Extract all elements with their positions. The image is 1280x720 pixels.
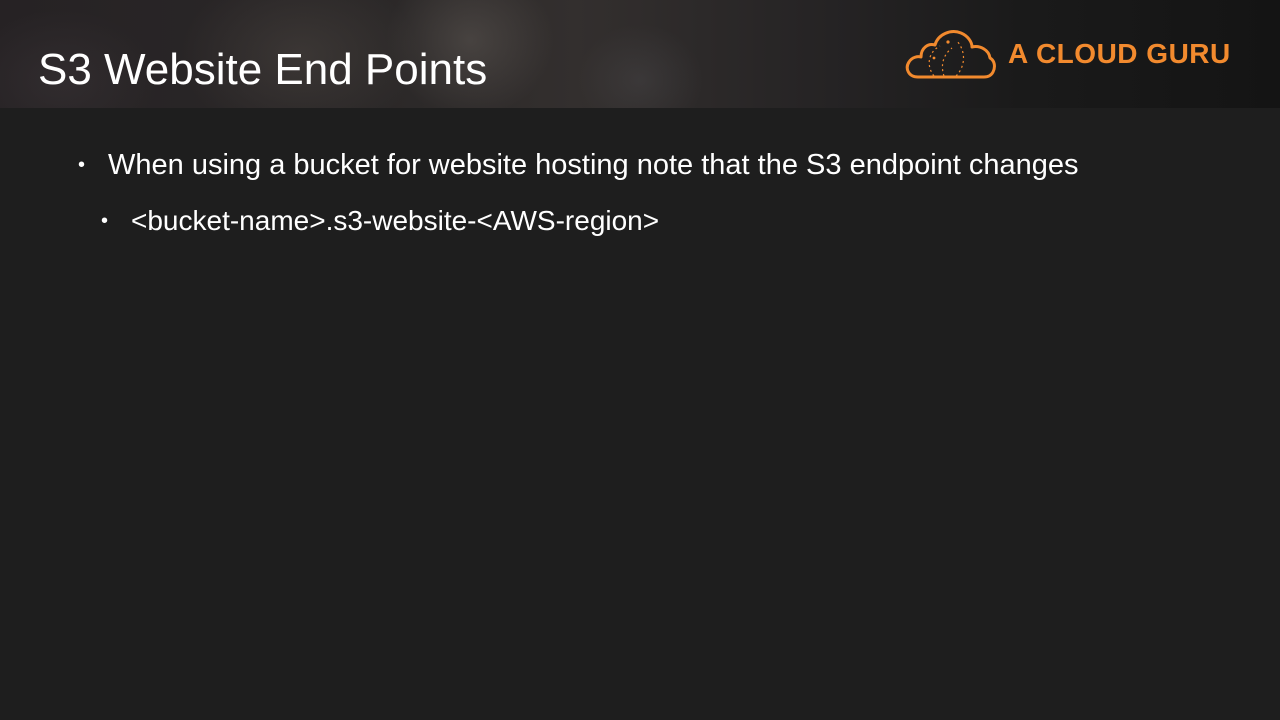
- slide-header: S3 Website End Points A CLOUD GURU: [0, 0, 1280, 108]
- bullet-text: When using a bucket for website hosting …: [108, 149, 1079, 181]
- bullet-marker: •: [78, 154, 86, 176]
- logo-text: A CLOUD GURU: [1008, 38, 1231, 69]
- logo: A CLOUD GURU: [904, 26, 1244, 82]
- cloud-icon: [905, 30, 996, 79]
- bullet-text: <bucket-name>.s3-website-<AWS-region>: [131, 205, 660, 236]
- slide: S3 Website End Points A CLOUD GURU • Whe…: [0, 0, 1280, 720]
- bullet-marker: •: [101, 210, 109, 232]
- sub-bullet-item: • <bucket-name>.s3-website-<AWS-region>: [101, 204, 660, 238]
- slide-title: S3 Website End Points: [38, 45, 488, 94]
- bullet-item: • When using a bucket for website hostin…: [78, 148, 1079, 182]
